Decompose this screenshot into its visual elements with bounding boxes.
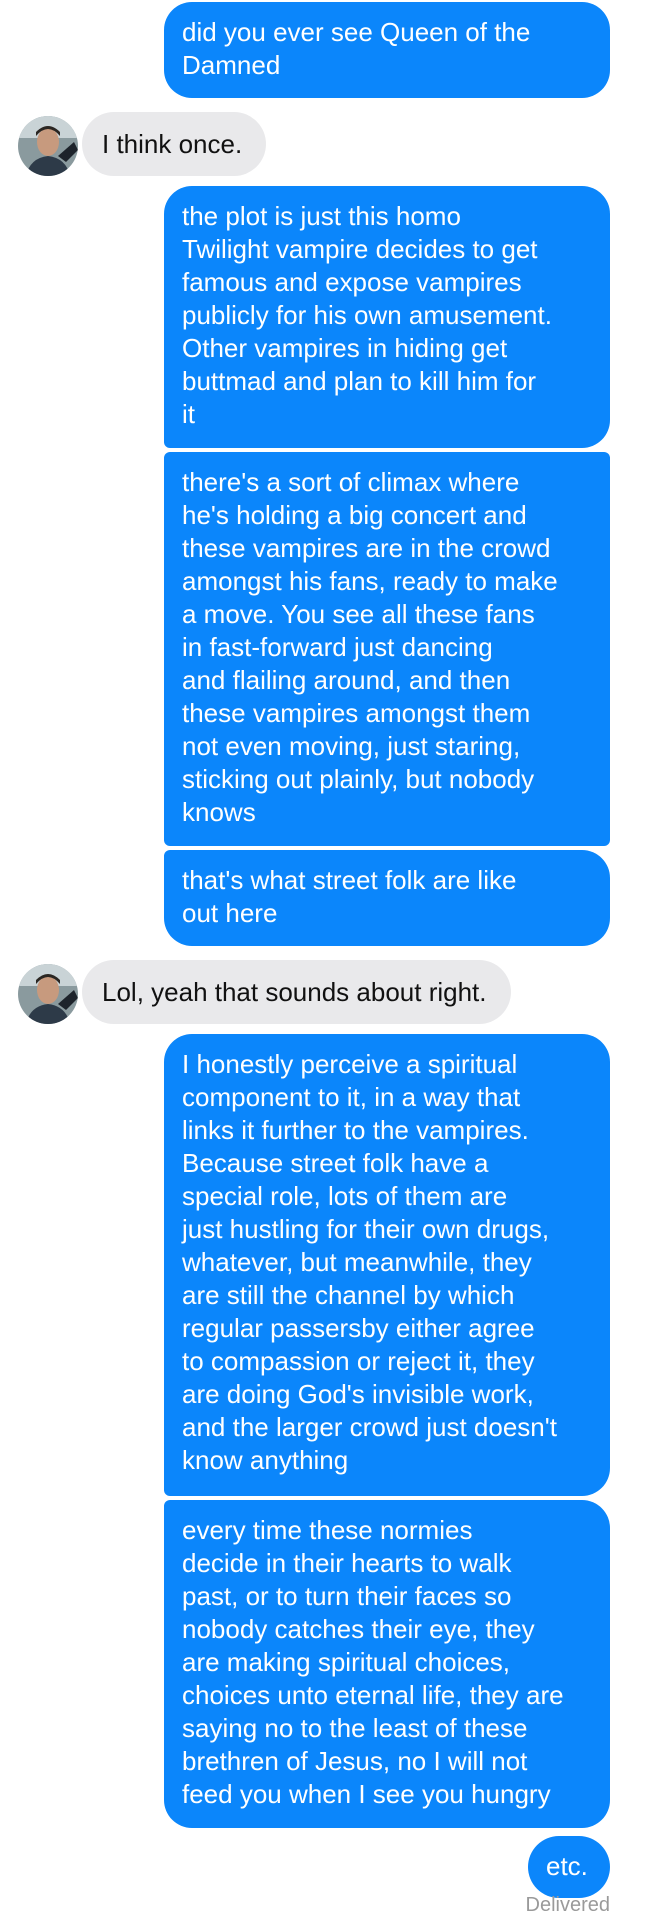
outgoing-message[interactable]: I honestly perceive a spiritual componen…	[164, 1034, 610, 1496]
outgoing-message[interactable]: there's a sort of climax where he's hold…	[164, 452, 610, 846]
outgoing-message[interactable]: etc.	[528, 1836, 610, 1898]
contact-avatar[interactable]	[18, 964, 78, 1024]
incoming-message[interactable]: I think once.	[82, 112, 267, 176]
outgoing-message[interactable]: that's what street folk are like out her…	[164, 850, 610, 946]
avatar-image	[18, 116, 78, 176]
avatar-image	[18, 964, 78, 1024]
incoming-message[interactable]: Lol, yeah that sounds about right.	[82, 960, 511, 1024]
delivery-status: Delivered	[525, 1894, 610, 1916]
contact-avatar[interactable]	[18, 116, 78, 176]
outgoing-message[interactable]: did you ever see Queen of the Damned	[164, 2, 610, 98]
outgoing-message[interactable]: every time these normies decide in their…	[164, 1500, 610, 1828]
outgoing-message[interactable]: the plot is just this homo Twilight vamp…	[164, 186, 610, 448]
